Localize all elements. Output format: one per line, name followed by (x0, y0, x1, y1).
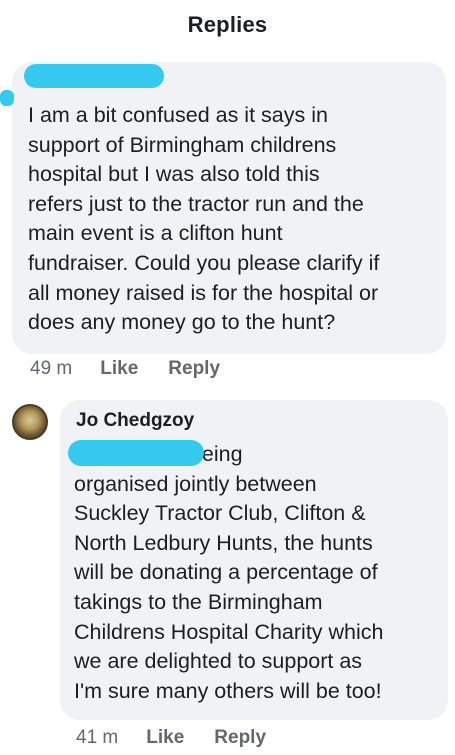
replies-header: Replies (0, 0, 455, 50)
like-button[interactable]: Like (100, 358, 138, 380)
redacted-avatar (0, 90, 14, 106)
comment-text: the event is being organised jointly bet… (74, 442, 384, 703)
redacted-mention (68, 440, 204, 466)
comment-timestamp[interactable]: 49 m (30, 358, 72, 380)
comment-timestamp[interactable]: 41 m (76, 727, 118, 749)
comment-text: I am a bit confused as it says in suppor… (28, 103, 380, 335)
reply-button[interactable]: Reply (214, 727, 266, 749)
comment-actions: 49 m Like Reply (30, 358, 220, 380)
page-title: Replies (187, 12, 268, 37)
reply-button[interactable]: Reply (168, 358, 220, 380)
avatar[interactable] (12, 404, 48, 440)
comment-actions: 41 m Like Reply (76, 727, 266, 749)
redacted-author-name (24, 64, 164, 88)
like-button[interactable]: Like (146, 727, 184, 749)
comment-author[interactable]: Jo Chedgzoy (76, 410, 194, 432)
